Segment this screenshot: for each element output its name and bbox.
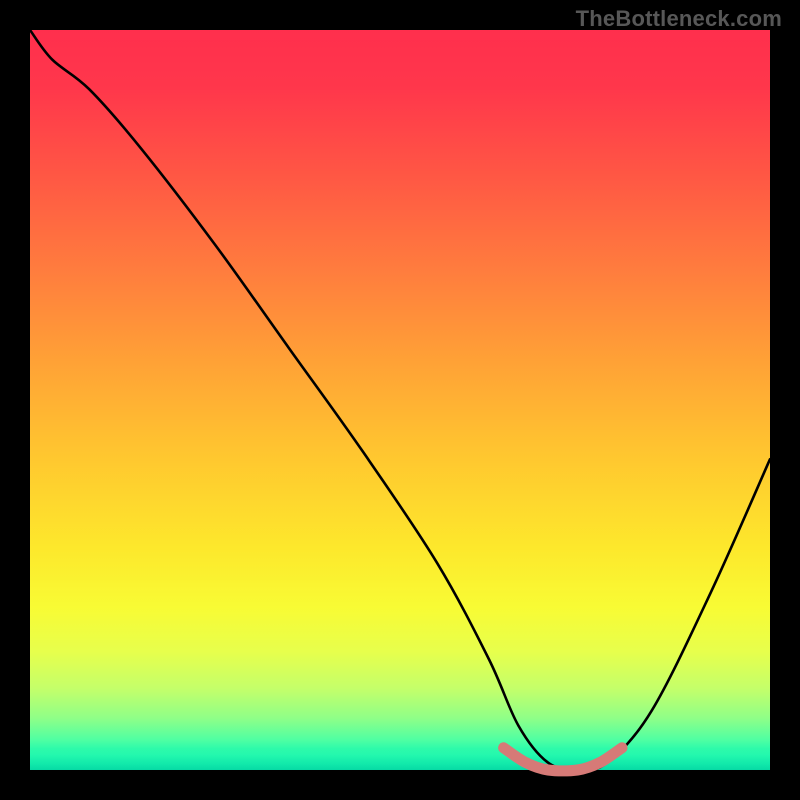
watermark-text: TheBottleneck.com bbox=[576, 6, 782, 32]
curve-svg bbox=[30, 30, 770, 770]
bottleneck-curve-path bbox=[30, 30, 770, 770]
chart-frame: TheBottleneck.com bbox=[0, 0, 800, 800]
plot-area bbox=[30, 30, 770, 770]
optimal-segment-path bbox=[504, 748, 622, 771]
